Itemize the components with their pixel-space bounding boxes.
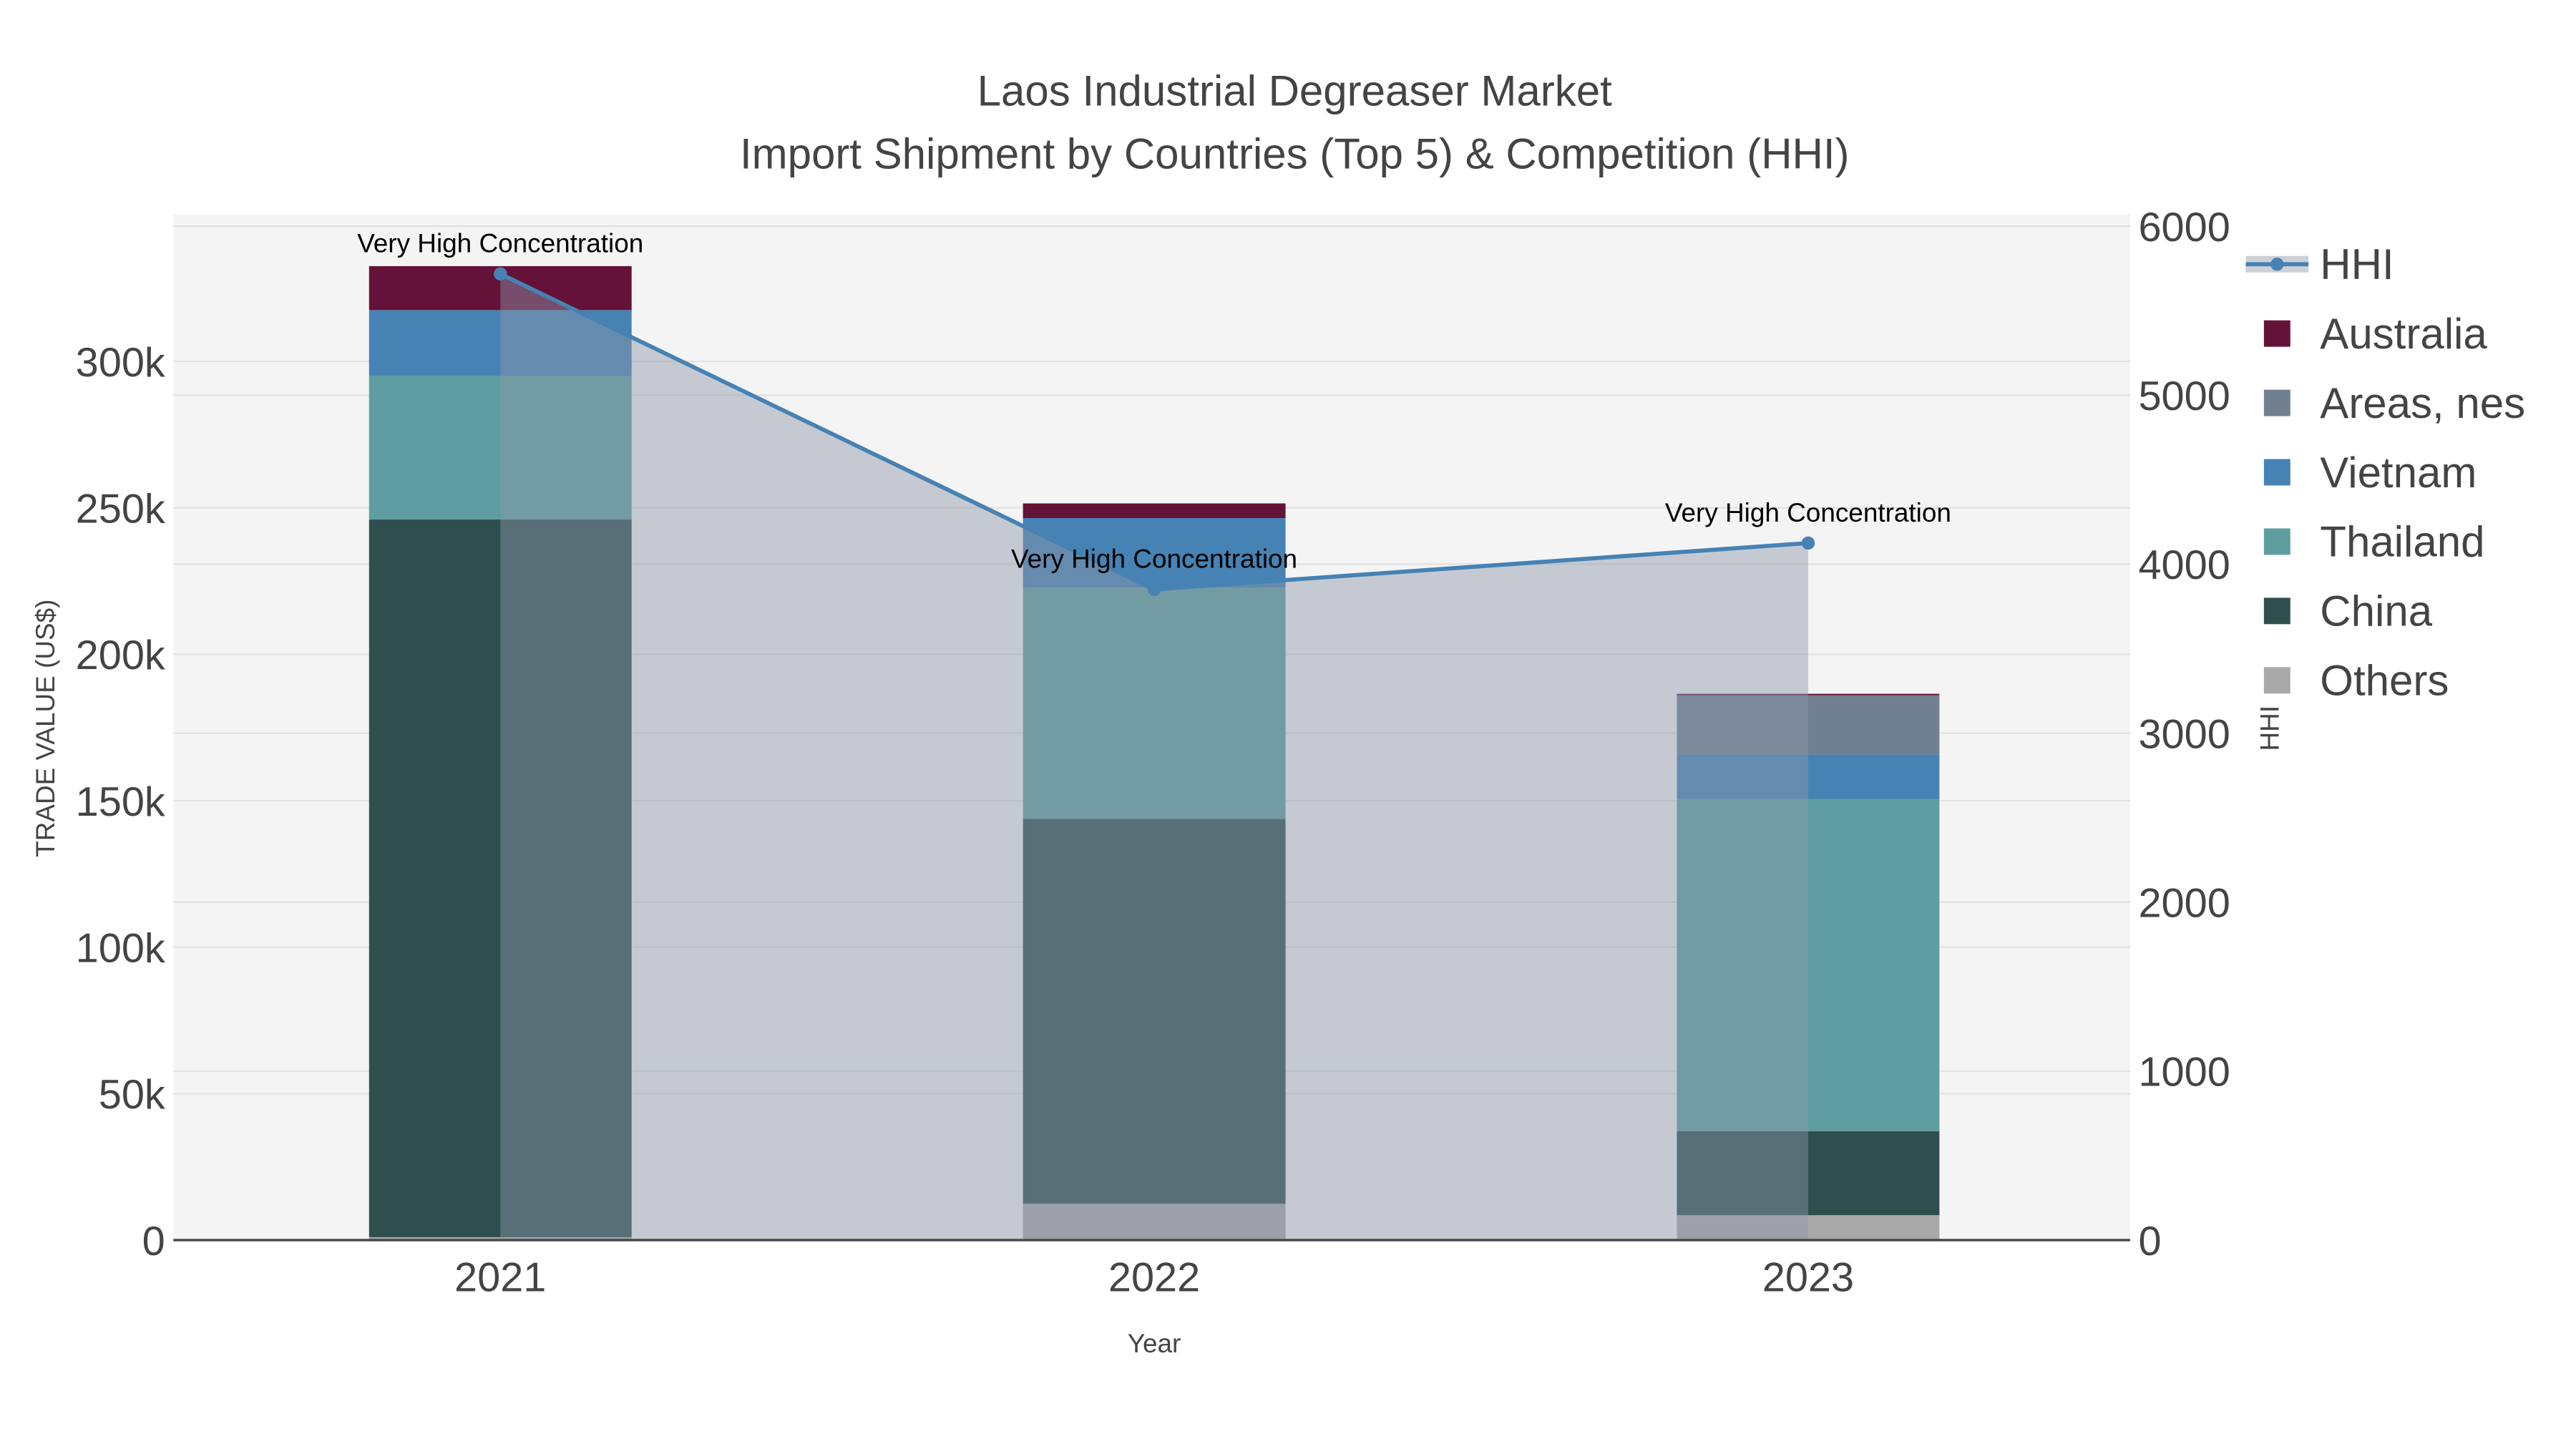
legend-swatch <box>2263 459 2290 486</box>
y2-tick-label: 0 <box>2138 1219 2161 1264</box>
y-tick-label: 200k <box>76 633 165 678</box>
chart-title: Laos Industrial Degreaser Market <box>977 67 1612 115</box>
chart-subtitle: Import Shipment by Countries (Top 5) & C… <box>740 130 1850 177</box>
legend-label: Australia <box>2320 310 2487 358</box>
legend-item-australia[interactable]: Australia <box>2263 310 2488 358</box>
hhi-point-2022 <box>1147 582 1161 596</box>
legend-swatch <box>2263 667 2290 694</box>
x-tick-label: 2022 <box>1108 1255 1200 1301</box>
legend-item-hhi[interactable]: HHI <box>2245 240 2394 288</box>
legend-item-china[interactable]: China <box>2263 587 2433 635</box>
y-tick-label: 50k <box>99 1072 165 1118</box>
hhi-point-2021 <box>494 267 507 280</box>
legend-swatch-marker <box>2270 258 2284 271</box>
legend-label: Others <box>2320 657 2449 705</box>
chart: Very High Concentration Very High Concent… <box>31 67 2525 1358</box>
y2-tick-label: 4000 <box>2138 542 2230 588</box>
x-tick-label: 2023 <box>1762 1255 1854 1301</box>
y-tick-label: 100k <box>76 925 165 971</box>
legend-swatch <box>2263 528 2290 555</box>
y-axis-title: TRADE VALUE (US$) <box>31 600 60 857</box>
legend-swatch <box>2263 320 2290 347</box>
y2-tick-label: 3000 <box>2138 711 2230 757</box>
legend-item-areas-nes[interactable]: Areas, nes <box>2263 379 2525 427</box>
y2-tick-label: 5000 <box>2138 374 2230 419</box>
legend-label: Vietnam <box>2320 449 2477 497</box>
legend-swatch <box>2263 389 2290 416</box>
y-tick-label: 300k <box>76 340 165 386</box>
legend-label: Thailand <box>2320 518 2484 566</box>
legend-item-thailand[interactable]: Thailand <box>2263 518 2485 566</box>
y-tick-label: 0 <box>142 1219 165 1264</box>
y2-tick-label: 1000 <box>2138 1050 2230 1096</box>
hhi-annotation: Very High Concentration <box>1011 545 1297 574</box>
y2-tick-label: 6000 <box>2138 205 2230 250</box>
y-tick-label: 150k <box>76 779 165 825</box>
bar-australia-2022 <box>1023 503 1286 518</box>
x-tick-label: 2021 <box>454 1255 546 1301</box>
y2-axis-title: HHI <box>2255 706 2285 751</box>
y-tick-label: 250k <box>76 486 165 532</box>
legend-item-vietnam[interactable]: Vietnam <box>2263 449 2477 497</box>
legend-item-others[interactable]: Others <box>2263 657 2449 705</box>
hhi-point-2023 <box>1801 536 1815 550</box>
hhi-annotation: Very High Concentration <box>357 229 643 258</box>
x-axis-title: Year <box>1128 1329 1181 1358</box>
legend-label: Areas, nes <box>2320 379 2525 427</box>
y2-tick-label: 2000 <box>2138 881 2230 927</box>
legend-label: China <box>2320 587 2432 635</box>
legend: HHI Australia Areas, nes Vietnam Thailand Chi… <box>2245 240 2525 705</box>
legend-swatch <box>2263 597 2290 625</box>
legend-label: HHI <box>2320 240 2394 288</box>
hhi-annotation: Very High Concentration <box>1665 498 1951 527</box>
